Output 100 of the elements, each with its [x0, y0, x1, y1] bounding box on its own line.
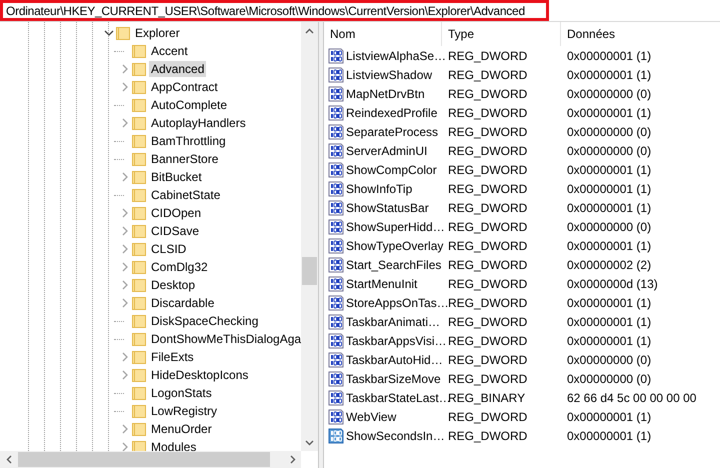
value-data: 0x00000000 (0) — [566, 144, 652, 158]
value-data: 0x00000001 (1) — [566, 106, 652, 120]
scroll-left-icon[interactable] — [6, 455, 12, 464]
value-name[interactable]: ShowSuperHidd… — [344, 220, 445, 234]
expand-chevron-icon[interactable] — [120, 244, 130, 254]
tree-item[interactable]: LogonStats — [149, 385, 214, 401]
tree-item[interactable]: AutoplayHandlers — [149, 115, 248, 131]
expand-chevron-icon[interactable] — [120, 118, 130, 128]
folder-icon — [131, 133, 147, 149]
binary-value-icon — [328, 200, 344, 216]
value-type: REG_DWORD — [447, 372, 528, 386]
value-data: 0x00000001 (1) — [566, 162, 652, 176]
column-header[interactable]: Type — [442, 22, 561, 46]
address-field[interactable]: Ordinateur\HKEY_CURRENT_USER\Software\Microsoft\Windows\CurrentVersion\Explorer\Advanced — [0, 0, 549, 21]
expand-chevron-icon[interactable] — [120, 442, 130, 451]
tree-item[interactable]: MenuOrder — [149, 421, 214, 437]
tree-item[interactable]: Explorer — [133, 25, 182, 41]
value-name[interactable]: StartMenuInit — [344, 276, 418, 290]
value-name[interactable]: ShowSecondsIn… — [344, 428, 445, 442]
expand-chevron-icon[interactable] — [120, 370, 130, 380]
scroll-down-icon[interactable] — [305, 440, 314, 446]
tree-item[interactable]: Advanced — [149, 61, 206, 77]
value-type: REG_DWORD — [447, 428, 528, 442]
value-name[interactable]: ReindexedProfile — [344, 106, 438, 120]
expand-chevron-icon[interactable] — [120, 64, 130, 74]
expand-chevron-icon[interactable] — [120, 262, 130, 272]
folder-icon — [131, 97, 147, 113]
tree-item[interactable]: Accent — [149, 43, 190, 59]
tree-item[interactable]: CIDOpen — [149, 205, 204, 221]
scroll-thumb[interactable] — [18, 452, 270, 467]
tree-item[interactable]: CabinetState — [149, 187, 222, 203]
value-type: REG_DWORD — [447, 334, 528, 348]
expand-chevron-icon[interactable] — [120, 298, 130, 308]
expand-chevron-icon[interactable] — [120, 280, 130, 290]
folder-icon — [131, 241, 147, 257]
value-name[interactable]: StoreAppsOnTas… — [344, 296, 449, 310]
value-data: 0x00000001 (1) — [566, 182, 652, 196]
folder-icon — [131, 169, 147, 185]
expand-chevron-icon[interactable] — [120, 82, 130, 92]
value-data: 0x00000002 (2) — [566, 258, 652, 272]
value-name[interactable]: ShowCompColor — [344, 162, 437, 176]
column-header[interactable]: Données — [561, 22, 720, 46]
binary-value-icon — [328, 142, 344, 158]
value-name[interactable]: ShowStatusBar — [344, 200, 429, 214]
tree-item[interactable]: FileExts — [149, 349, 196, 365]
value-name[interactable]: ShowTypeOverlay — [344, 238, 444, 252]
value-type: REG_DWORD — [447, 200, 528, 214]
expand-chevron-icon[interactable] — [120, 172, 130, 182]
value-name[interactable]: WebView — [344, 410, 396, 424]
folder-icon — [131, 439, 147, 451]
expand-chevron-icon[interactable] — [120, 208, 130, 218]
value-name[interactable]: ListviewShadow — [344, 68, 432, 82]
collapse-chevron-icon[interactable] — [104, 28, 114, 38]
tree-item[interactable]: HideDesktopIcons — [149, 367, 250, 383]
expand-chevron-icon[interactable] — [120, 226, 130, 236]
value-name[interactable]: MapNetDrvBtn — [344, 86, 425, 100]
value-type: REG_DWORD — [447, 86, 528, 100]
tree-item[interactable]: Desktop — [149, 277, 198, 293]
tree-item[interactable]: DontShowMeThisDialogAga — [149, 331, 301, 347]
tree-item[interactable]: AppContract — [149, 79, 220, 95]
value-type: REG_DWORD — [447, 68, 528, 82]
expand-chevron-icon[interactable] — [120, 424, 130, 434]
binary-value-icon — [328, 370, 344, 386]
tree-item[interactable]: AutoComplete — [149, 97, 230, 113]
folder-icon — [131, 421, 147, 437]
tree-item[interactable]: BamThrottling — [149, 133, 228, 149]
folder-icon — [115, 25, 131, 41]
value-name[interactable]: Start_SearchFiles — [344, 258, 442, 272]
tree-item[interactable]: CLSID — [149, 241, 188, 257]
folder-icon — [131, 403, 147, 419]
folder-icon — [131, 313, 147, 329]
tree-item[interactable]: BitBucket — [149, 169, 204, 185]
folder-icon — [131, 349, 147, 365]
value-data: 0x00000000 (0) — [566, 352, 652, 366]
value-name[interactable]: ShowInfoTip — [344, 182, 412, 196]
scroll-thumb[interactable] — [302, 257, 317, 285]
tree-item[interactable]: BannerStore — [149, 151, 220, 167]
tree-item[interactable]: ComDlg32 — [149, 259, 210, 275]
tree-item[interactable]: Modules — [149, 439, 198, 451]
value-type: REG_DWORD — [447, 352, 528, 366]
tree-item[interactable]: Discardable — [149, 295, 216, 311]
tree-item[interactable]: DiskSpaceChecking — [149, 313, 260, 329]
scroll-right-icon[interactable] — [290, 455, 296, 464]
scroll-up-icon[interactable] — [305, 28, 314, 34]
tree-item[interactable]: LowRegistry — [149, 403, 220, 419]
expand-chevron-icon[interactable] — [120, 352, 130, 362]
value-name[interactable]: TaskbarAutoHid… — [344, 352, 443, 366]
value-name[interactable]: ListviewAlphaSe… — [344, 48, 446, 62]
value-name[interactable]: ServerAdminUI — [344, 144, 428, 158]
value-name[interactable]: TaskbarSizeMove — [344, 372, 441, 386]
folder-icon — [131, 367, 147, 383]
value-name[interactable]: TaskbarAnimati… — [344, 314, 440, 328]
value-type: REG_DWORD — [447, 276, 528, 290]
value-name[interactable]: SeparateProcess — [344, 124, 438, 138]
value-type: REG_DWORD — [447, 220, 528, 234]
binary-value-icon — [328, 162, 344, 178]
tree-item[interactable]: CIDSave — [149, 223, 202, 239]
folder-icon — [131, 79, 147, 95]
column-header[interactable]: Nom — [324, 22, 442, 46]
value-name[interactable]: TaskbarAppsVisi… — [344, 334, 446, 348]
